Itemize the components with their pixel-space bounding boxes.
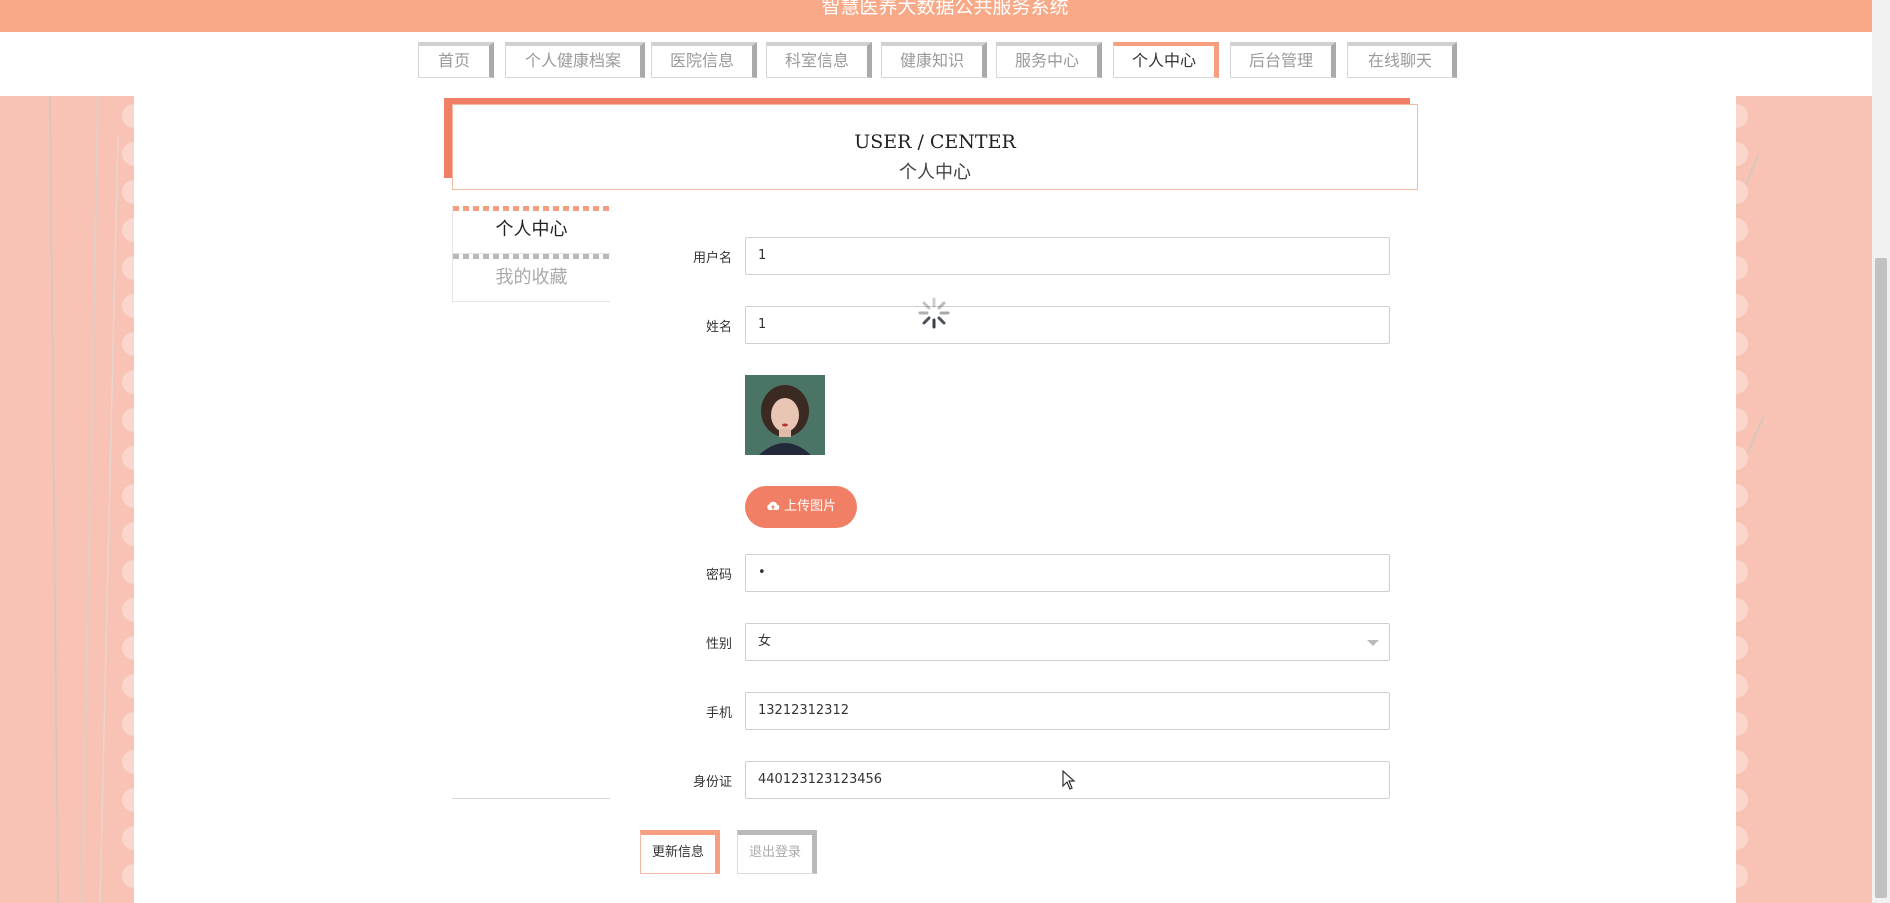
gender-label: 性别 — [705, 637, 732, 652]
nav-department-info[interactable]: 科室信息 — [766, 42, 872, 78]
update-info-button[interactable]: 更新信息 — [640, 830, 720, 874]
idcard-label: 身份证 — [692, 775, 732, 790]
side-menu: 个人中心 我的收藏 — [452, 206, 610, 302]
username-input[interactable]: 1 — [745, 237, 1390, 275]
app-banner: 智慧医养大数据公共服务系统 — [0, 0, 1890, 32]
chevron-down-icon — [1367, 640, 1379, 646]
nav-health-records[interactable]: 个人健康档案 — [505, 42, 645, 78]
section-header: USER / CENTER 个人中心 — [452, 104, 1418, 190]
side-menu-favorites[interactable]: 我的收藏 — [452, 254, 610, 302]
nav-personal-center[interactable]: 个人中心 — [1113, 42, 1219, 78]
main-panel: USER / CENTER 个人中心 个人中心 我的收藏 用户名 1 姓名 1 — [134, 96, 1736, 903]
logout-button[interactable]: 退出登录 — [737, 830, 817, 874]
right-scallop-decoration — [1736, 104, 1765, 888]
cloud-upload-icon — [766, 487, 780, 510]
nav-health-knowledge[interactable]: 健康知识 — [881, 42, 987, 78]
password-label: 密码 — [705, 568, 732, 583]
phone-input[interactable]: 13212312312 — [745, 692, 1390, 730]
side-menu-personal-center[interactable]: 个人中心 — [452, 206, 610, 254]
username-label: 用户名 — [692, 251, 732, 266]
right-decoration — [1736, 96, 1872, 903]
page-scrollbar[interactable] — [1872, 0, 1890, 903]
side-menu-divider — [452, 798, 610, 799]
upload-image-button[interactable]: 上传图片 — [745, 486, 857, 528]
gender-selected-value: 女 — [758, 634, 772, 649]
section-title-en: USER / CENTER — [854, 131, 1016, 153]
nav-online-chat[interactable]: 在线聊天 — [1347, 42, 1457, 78]
avatar-portrait — [745, 375, 825, 455]
left-scallop-decoration — [49, 96, 134, 903]
name-label: 姓名 — [705, 320, 732, 335]
mouse-pointer-icon — [1062, 770, 1076, 790]
nav-home[interactable]: 首页 — [418, 42, 494, 78]
header-accent-side — [444, 98, 452, 178]
gender-select[interactable]: 女 — [745, 623, 1390, 661]
top-nav: 首页 个人健康档案 医院信息 科室信息 健康知识 服务中心 个人中心 后台管理 … — [0, 32, 1872, 96]
nav-hospital-info[interactable]: 医院信息 — [651, 42, 757, 78]
password-input[interactable]: • — [745, 554, 1390, 592]
phone-label: 手机 — [705, 706, 732, 721]
nav-admin[interactable]: 后台管理 — [1230, 42, 1336, 78]
loading-spinner-icon — [918, 297, 950, 329]
upload-image-label: 上传图片 — [784, 499, 837, 514]
nav-service-center[interactable]: 服务中心 — [996, 42, 1102, 78]
section-title-cn: 个人中心 — [899, 162, 971, 183]
name-input[interactable]: 1 — [745, 306, 1390, 344]
scrollbar-thumb[interactable] — [1875, 258, 1887, 898]
left-decoration — [0, 96, 134, 903]
app-title: 智慧医养大数据公共服务系统 — [821, 0, 1069, 18]
avatar-image — [745, 375, 825, 455]
